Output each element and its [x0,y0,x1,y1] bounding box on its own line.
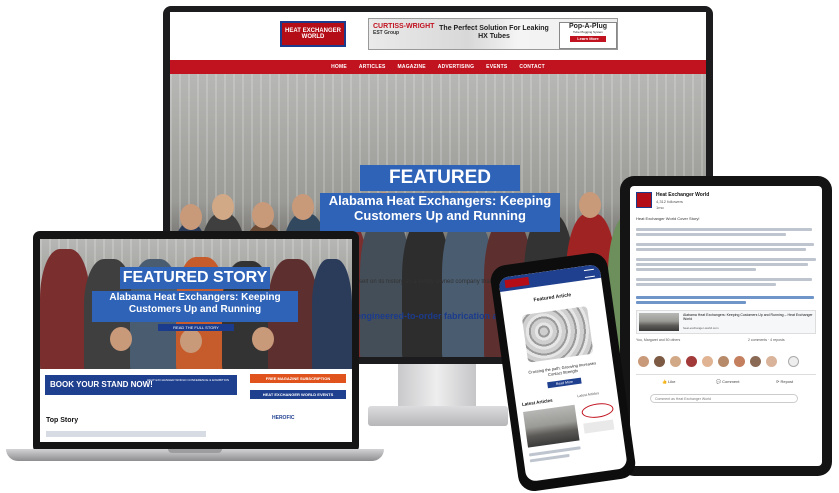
tablet-avatar[interactable] [702,356,713,367]
tablet-divider [636,374,816,375]
ad-banner[interactable]: CURTISS-WRIGHT EST Group The Perfect Sol… [368,18,618,50]
phone-menu-icon[interactable] [583,268,595,279]
laptop-head [110,327,132,351]
laptop-featured-headline[interactable]: Alabama Heat Exchangers: Keeping Custome… [92,291,298,322]
tablet-text-line [636,233,786,236]
like-label: Like [668,379,676,384]
phone-side-logo-2[interactable] [583,419,615,434]
intro-line-1: itself on its history as a family-owned … [356,279,505,285]
tablet-avatar[interactable] [686,356,697,367]
tablet-like-button[interactable]: 👍 Like [662,379,675,384]
tablet-avatar[interactable] [654,356,665,367]
tablet-link-domain: heat-exchanger-world.com [683,326,719,330]
laptop-banner[interactable]: BOOK YOUR STAND NOW! HEAT EXCHANGER WORL… [45,375,237,395]
ad-product-sub: Tube Plugging System [572,30,604,34]
laptop-person [40,249,90,369]
ad-cta-button[interactable]: Learn More [570,36,606,42]
tablet-more-avatars[interactable] [788,356,799,367]
tablet-comment-button[interactable]: 💬 Comment [716,379,739,384]
laptop-screen: FEATURED STORY Alabama Heat Exchangers: … [40,239,352,442]
laptop-read-more[interactable]: READ THE FULL STORY [158,324,234,331]
ad-brand-block: CURTISS-WRIGHT EST Group [373,23,434,37]
tablet-hashtags[interactable] [636,296,814,299]
tablet-screen: Heat Exchanger World 4,312 followers 1mo… [630,186,822,466]
laptop-notch [168,449,222,453]
ad-headline: The Perfect Solution For Leaking HX Tube… [439,25,549,40]
phone-latest-heading: Latest Articles [521,397,553,407]
hero-head [579,192,601,218]
featured-story-label: FEATURED STORY [360,165,520,214]
laptop-featured-label: FEATURED STORY [120,267,270,289]
tablet-page-avatar[interactable] [636,192,652,208]
tablet-repost-button[interactable]: ⟳ Repost [776,379,793,384]
nav-home[interactable]: HOME [331,64,347,70]
tablet-link-title: Alabama Heat Exchangers: Keeping Custome… [683,313,813,322]
monitor-stand [398,364,476,410]
ad-brand: CURTISS-WRIGHT [373,23,435,30]
tablet-avatar[interactable] [734,356,745,367]
monitor-base [368,406,508,426]
ad-product: Pop-A-Plug Tube Plugging System Learn Mo… [559,22,617,49]
tablet-avatar[interactable] [750,356,761,367]
tablet-text-line [636,283,776,286]
ad-brand-sub: EST Group [373,30,400,36]
laptop-top-story: Top Story [46,417,79,424]
tablet-avatar[interactable] [766,356,777,367]
phone-latest-thumb[interactable] [523,404,580,448]
phone-read-more[interactable]: Read More [547,377,582,389]
laptop-head [180,329,202,353]
hero-head [180,204,202,230]
nav-magazine[interactable]: MAGAZINE [398,64,426,70]
phone-section-title: Featured Article [533,292,572,304]
laptop-events-button[interactable]: HEAT EXCHANGER WORLD EVENTS [250,390,346,399]
tablet-avatar[interactable] [718,356,729,367]
tablet-reactions[interactable]: You, Margaret and 50 others [636,338,680,342]
ad-product-name: Pop-A-Plug [568,23,608,30]
laptop-sponsor-logo[interactable]: HEROFIC [272,415,295,421]
phone-article-image[interactable] [521,306,594,363]
nav-events[interactable]: EVENTS [486,64,507,70]
tablet-link-card[interactable]: Alabama Heat Exchangers: Keeping Custome… [636,310,816,334]
repost-label: Repost [780,379,794,384]
site-header: HEAT EXCHANGER WORLD CURTISS-WRIGHT EST … [170,12,706,60]
phone-article-caption[interactable]: Crossing the path: Grooving Increases Co… [521,359,604,380]
tablet-text-line [636,278,812,281]
tablet-avatar[interactable] [670,356,681,367]
tablet-page-name[interactable]: Heat Exchanger World [656,192,709,198]
tablet-comment-input[interactable]: Comment as Heat Exchanger World [650,394,798,403]
tablet-link-thumb [639,313,679,331]
tablet-text-line [636,248,806,251]
laptop-banner-sub: HEAT EXCHANGER WORLD CONFERENCE & EXHIBI… [147,378,230,382]
tablet-reposts[interactable]: 2 comments · 4 reposts [748,338,785,342]
comment-label: Comment [722,379,740,384]
tablet-text-line [636,228,812,231]
tablet-text-line [636,268,756,271]
hero-head [292,194,314,220]
main-nav: HOME ARTICLES MAGAZINE ADVERTISING EVENT… [170,60,706,74]
tablet-avatar[interactable] [638,356,649,367]
laptop-banner-title: BOOK YOUR STAND NOW! [50,380,153,389]
tablet-hashtags[interactable] [636,301,746,304]
laptop-head [252,327,274,351]
tablet-post-intro: Heat Exchanger World Cover Story! [636,216,700,221]
laptop-content-bar [46,431,206,437]
site-logo[interactable]: HEAT EXCHANGER WORLD [280,21,346,47]
nav-advertising[interactable]: ADVERTISING [438,64,474,70]
laptop-hero-photo: FEATURED STORY Alabama Heat Exchangers: … [40,239,352,369]
tablet-time: 1mo [656,205,664,210]
nav-articles[interactable]: ARTICLES [359,64,386,70]
laptop-subscribe-button[interactable]: FREE MAGAZINE SUBSCRIPTION [250,374,346,383]
hero-head [212,194,234,220]
tablet-text-line [636,263,808,266]
nav-contact[interactable]: CONTACT [519,64,544,70]
tablet-text-line [636,258,816,261]
featured-headline[interactable]: Alabama Heat Exchangers: Keeping Custome… [320,193,560,232]
tablet-followers: 4,312 followers [656,199,683,204]
phone-latest-side: Latest Articles [577,391,600,399]
hero-head [252,202,274,228]
laptop-person [312,259,352,369]
phone-side-logo[interactable] [580,401,615,420]
tablet-text-line [636,243,814,246]
